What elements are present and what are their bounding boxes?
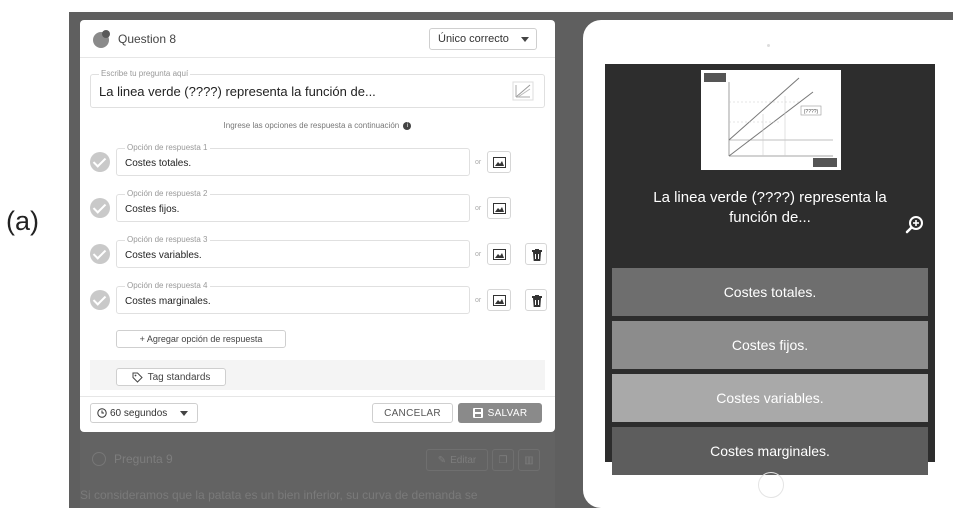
question-type-icon: [92, 452, 106, 466]
preview-answer-4[interactable]: Costes marginales.: [612, 427, 928, 475]
or-label: or: [475, 251, 482, 258]
tablet-camera: [767, 44, 770, 47]
preview-answer-1[interactable]: Costes totales.: [612, 268, 928, 316]
question-input[interactable]: Escribe tu pregunta aquí La linea verde …: [90, 69, 545, 108]
figure-label: (a): [6, 206, 39, 236]
answer-option-value: Costes variables.: [125, 250, 202, 261]
next-question-card: Pregunta 9 ✎ Editar ❐ ▥ Si consideramos …: [80, 432, 555, 508]
next-question-text: Si consideramos que la patata es un bien…: [80, 488, 478, 502]
correct-answer-toggle-2[interactable]: [90, 198, 110, 218]
tablet-preview: (????) La linea verde (????) representa …: [583, 20, 953, 508]
trash-icon: [532, 295, 542, 307]
preview-answer-3[interactable]: Costes variables.: [612, 374, 928, 422]
image-icon: [493, 203, 506, 214]
answer-option-label: Opción de respuesta 2: [125, 189, 210, 198]
editor-footer: 60 segundos CANCELAR SALVAR: [80, 396, 555, 432]
correct-answer-toggle-3[interactable]: [90, 244, 110, 264]
chevron-down-icon: [180, 411, 188, 416]
delete-option-button-4[interactable]: [525, 289, 547, 311]
quiz-logo-icon: [93, 30, 110, 48]
or-label: or: [475, 205, 482, 212]
add-image-button-2[interactable]: [487, 197, 511, 219]
or-label: or: [475, 297, 482, 304]
question-editor: Question 8 Único correcto Escribe tu pre…: [80, 20, 555, 432]
trash-icon: [532, 249, 542, 261]
image-icon: [493, 157, 506, 168]
question-type-select[interactable]: Único correcto: [429, 28, 537, 50]
question-input-label: Escribe tu pregunta aquí: [99, 69, 191, 78]
answer-option-label: Opción de respuesta 4: [125, 281, 210, 290]
copy-icon: ❐: [498, 454, 508, 466]
next-question-title: Pregunta 9: [114, 452, 173, 466]
clock-icon: [97, 408, 107, 418]
tag-standards-label: Tag standards: [147, 371, 211, 383]
preview-question-text: La linea verde (????) representa la func…: [653, 189, 887, 226]
answer-option-value: Costes fijos.: [125, 204, 180, 215]
answer-option-value: Costes totales.: [125, 158, 192, 169]
duplicate-button[interactable]: ❐: [492, 449, 514, 471]
cost-curves-chart-image[interactable]: (????): [701, 70, 841, 170]
answer-option-label: Opción de respuesta 3: [125, 235, 210, 244]
time-limit-value: 60 segundos: [110, 407, 168, 419]
or-label: or: [475, 159, 482, 166]
edit-button[interactable]: ✎ Editar: [426, 449, 488, 471]
zoom-in-icon[interactable]: [905, 215, 925, 235]
attached-chart-icon[interactable]: [512, 81, 534, 101]
answer-option-value: Costes marginales.: [125, 296, 211, 307]
delete-question-button[interactable]: ▥: [518, 449, 540, 471]
answer-option-input-2[interactable]: Opción de respuesta 2 Costes fijos.: [116, 189, 470, 222]
edit-label: Editar: [450, 454, 477, 466]
correct-answer-toggle-1[interactable]: [90, 152, 110, 172]
cancel-button[interactable]: CANCELAR: [372, 403, 453, 423]
chevron-down-icon: [521, 37, 529, 42]
trash-icon: ▥: [524, 454, 534, 466]
tag-standards-button[interactable]: Tag standards: [116, 368, 226, 386]
image-icon: [493, 249, 506, 260]
chart-line-label: (????): [804, 109, 819, 115]
floppy-disk-icon: [472, 408, 483, 418]
save-button[interactable]: SALVAR: [458, 403, 542, 423]
tablet-home-button[interactable]: [758, 472, 784, 498]
next-question-header: Pregunta 9: [92, 452, 173, 466]
question-title: Question 8: [118, 32, 177, 46]
pencil-icon: ✎: [437, 454, 447, 466]
save-label: SALVAR: [487, 407, 528, 419]
question-input-value: La linea verde (????) representa la func…: [99, 84, 376, 99]
add-image-button-1[interactable]: [487, 151, 511, 173]
info-icon[interactable]: i: [403, 121, 412, 130]
answer-option-input-1[interactable]: Opción de respuesta 1 Costes totales.: [116, 143, 470, 176]
time-limit-select[interactable]: 60 segundos: [90, 403, 198, 423]
answer-option-label: Opción de respuesta 1: [125, 143, 210, 152]
delete-option-button-3[interactable]: [525, 243, 547, 265]
add-image-button-3[interactable]: [487, 243, 511, 265]
question-type-value: Único correcto: [438, 33, 509, 45]
answer-option-input-3[interactable]: Opción de respuesta 3 Costes variables.: [116, 235, 470, 268]
answer-option-input-4[interactable]: Opción de respuesta 4 Costes marginales.: [116, 281, 470, 314]
tag-standards-area: Tag standards: [90, 360, 545, 390]
answer-options-hint: Ingrese las opciones de respuesta a cont…: [80, 121, 555, 130]
editor-header: Question 8 Único correcto: [80, 20, 555, 58]
correct-answer-toggle-4[interactable]: [90, 290, 110, 310]
image-icon: [493, 295, 506, 306]
tag-icon: [132, 372, 143, 383]
add-image-button-4[interactable]: [487, 289, 511, 311]
add-answer-option-button[interactable]: + Agregar opción de respuesta: [116, 330, 286, 348]
hint-text: Ingrese las opciones de respuesta a cont…: [223, 121, 400, 130]
preview-screen: (????) La linea verde (????) representa …: [605, 64, 935, 475]
preview-answer-2[interactable]: Costes fijos.: [612, 321, 928, 369]
